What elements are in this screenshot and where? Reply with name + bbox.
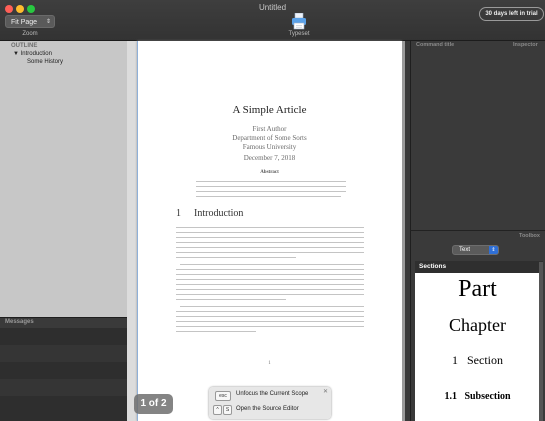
- toolbox-type-value: Text: [459, 247, 471, 253]
- toolbox-label: Toolbox: [519, 233, 540, 239]
- zoom-value: Fit Page: [11, 19, 38, 26]
- close-icon[interactable]: ✕: [323, 388, 328, 395]
- trial-badge[interactable]: 30 days left in trial: [479, 7, 544, 21]
- outline-label: OUTLINE: [11, 43, 38, 49]
- body-text-line: [176, 316, 364, 317]
- page-indicator: 1 of 2: [134, 394, 173, 414]
- body-text-line: [176, 237, 364, 238]
- typeset-printer-icon[interactable]: [291, 13, 307, 30]
- s-key: S: [223, 405, 232, 415]
- inspector-label: Inspector: [513, 42, 538, 48]
- section-item-subsection[interactable]: 1.1 Subsection: [415, 391, 540, 402]
- shortcut-hud: ✕ esc Unfocus the Current Scope ^ S Open…: [209, 387, 331, 419]
- messages-label: Messages: [5, 319, 34, 325]
- toolbox-type-select[interactable]: Text ⇕: [452, 245, 499, 255]
- body-text-line: [180, 306, 364, 307]
- article-title: A Simple Article: [232, 104, 307, 116]
- message-row: [0, 362, 127, 379]
- outline-item-some-history[interactable]: Some History: [27, 59, 63, 65]
- body-text-line: [176, 289, 364, 290]
- message-row: [0, 379, 127, 396]
- disclosure-triangle-icon[interactable]: ▼: [13, 51, 19, 57]
- message-row: [0, 345, 127, 362]
- body-text-line: [176, 326, 364, 327]
- body-text-line: [176, 299, 286, 300]
- section-item-chapter[interactable]: Chapter: [415, 315, 540, 336]
- pane-divider[interactable]: [410, 41, 411, 421]
- zoom-label: Zoom: [22, 31, 38, 37]
- outline-sidebar: OUTLINE ▼ Introduction Some History: [0, 41, 127, 317]
- body-text-line: [176, 257, 296, 258]
- page-number: 1: [268, 361, 271, 366]
- chevron-up-down-icon: ⇕: [45, 19, 51, 25]
- section-heading: 1 Introduction: [176, 208, 243, 219]
- article-department: Department of Some Sorts: [232, 134, 307, 142]
- control-key: ^: [213, 405, 222, 415]
- sections-label: Sections: [419, 263, 447, 270]
- abstract-text-line: [196, 186, 346, 187]
- body-text-line: [180, 264, 364, 265]
- toolbox-divider[interactable]: [410, 230, 545, 231]
- abstract-text-line: [196, 196, 341, 197]
- abstract-text-line: [196, 191, 346, 192]
- body-text-line: [176, 311, 364, 312]
- body-text-line: [176, 331, 256, 332]
- zoom-select[interactable]: Fit Page ⇕: [5, 15, 55, 28]
- section-title: Introduction: [194, 208, 244, 219]
- outline-item-label: Introduction: [20, 51, 52, 57]
- shortcut-label[interactable]: Unfocus the Current Scope: [236, 391, 308, 397]
- body-text-line: [176, 227, 364, 228]
- messages-header: Messages: [0, 317, 127, 328]
- chevron-up-down-icon: ⇕: [489, 246, 498, 254]
- command-title-label: Command title: [416, 42, 455, 48]
- body-text-line: [176, 294, 364, 295]
- article-author: First Author: [252, 125, 287, 133]
- typeset-label: Typeset: [288, 31, 310, 37]
- body-text-line: [176, 252, 364, 253]
- section-number: 1: [176, 208, 181, 219]
- abstract-text-line: [196, 181, 346, 182]
- section-item-section[interactable]: 1 Section: [415, 353, 540, 368]
- body-text-line: [176, 321, 364, 322]
- section-item-part[interactable]: Part: [415, 276, 540, 303]
- esc-key: esc: [215, 391, 231, 401]
- article-date: December 7, 2018: [243, 154, 296, 162]
- abstract-heading: Abstract: [260, 170, 279, 175]
- outline-item-introduction[interactable]: ▼ Introduction: [13, 51, 52, 57]
- body-text-line: [176, 284, 364, 285]
- body-text-line: [176, 242, 364, 243]
- message-row: [0, 328, 127, 345]
- body-text-line: [176, 269, 364, 270]
- body-text-line: [176, 279, 364, 280]
- body-text-line: [176, 274, 364, 275]
- body-text-line: [176, 232, 364, 233]
- message-row: [0, 396, 127, 421]
- window-title: Untitled: [258, 3, 287, 12]
- body-text-line: [176, 247, 364, 248]
- shortcut-label[interactable]: Open the Source Editor: [236, 406, 299, 412]
- article-university: Famous University: [242, 143, 297, 151]
